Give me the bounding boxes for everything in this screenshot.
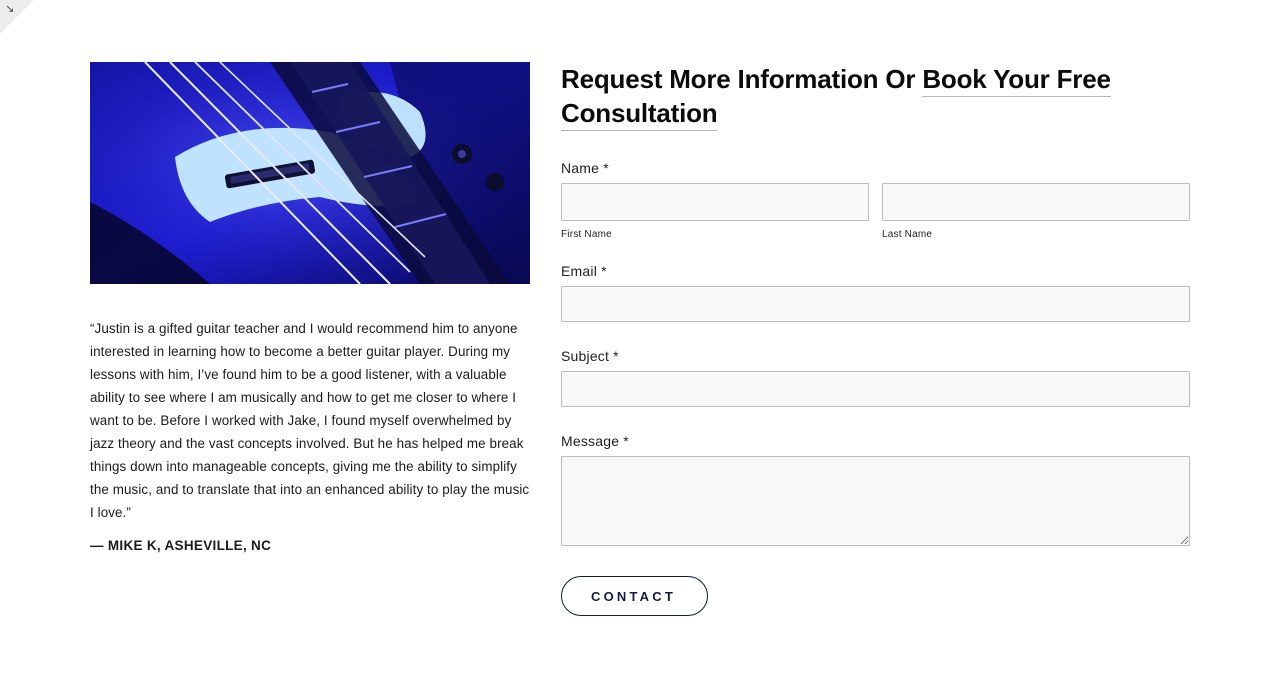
email-label: Email * [561, 263, 607, 279]
first-name-label: First Name [561, 229, 612, 240]
email-field-group: Email * [561, 261, 1190, 322]
message-textarea[interactable] [561, 456, 1190, 546]
name-field-group: Name * First Name Last Name [561, 158, 1190, 240]
subject-input[interactable] [561, 371, 1190, 407]
message-label: Message * [561, 433, 629, 449]
form-heading: Request More Information Or Book Your Fr… [561, 62, 1190, 131]
name-row: First Name Last Name [561, 183, 1190, 240]
name-label: Name * [561, 160, 609, 176]
last-name-input[interactable] [882, 183, 1190, 221]
testimonial-attribution: — MIKE K, ASHEVILLE, NC [90, 538, 272, 553]
last-name-label: Last Name [882, 229, 933, 240]
email-input[interactable] [561, 286, 1190, 322]
first-name-cell: First Name [561, 183, 869, 240]
testimonial-column: “Justin is a gifted guitar teacher and I… [90, 62, 530, 553]
contact-button[interactable]: CONTACT [561, 576, 708, 616]
form-heading-text: Request More Information Or [561, 64, 923, 94]
contact-form: Request More Information Or Book Your Fr… [561, 62, 1190, 616]
testimonial-quote: “Justin is a gifted guitar teacher and I… [90, 321, 530, 520]
subject-label: Subject * [561, 348, 619, 364]
guitar-image [90, 62, 530, 284]
subject-field-group: Subject * [561, 346, 1190, 407]
resize-arrow-icon[interactable]: ↘ [5, 4, 14, 15]
message-field-group: Message * [561, 431, 1190, 546]
last-name-cell: Last Name [882, 183, 1190, 240]
first-name-input[interactable] [561, 183, 869, 221]
